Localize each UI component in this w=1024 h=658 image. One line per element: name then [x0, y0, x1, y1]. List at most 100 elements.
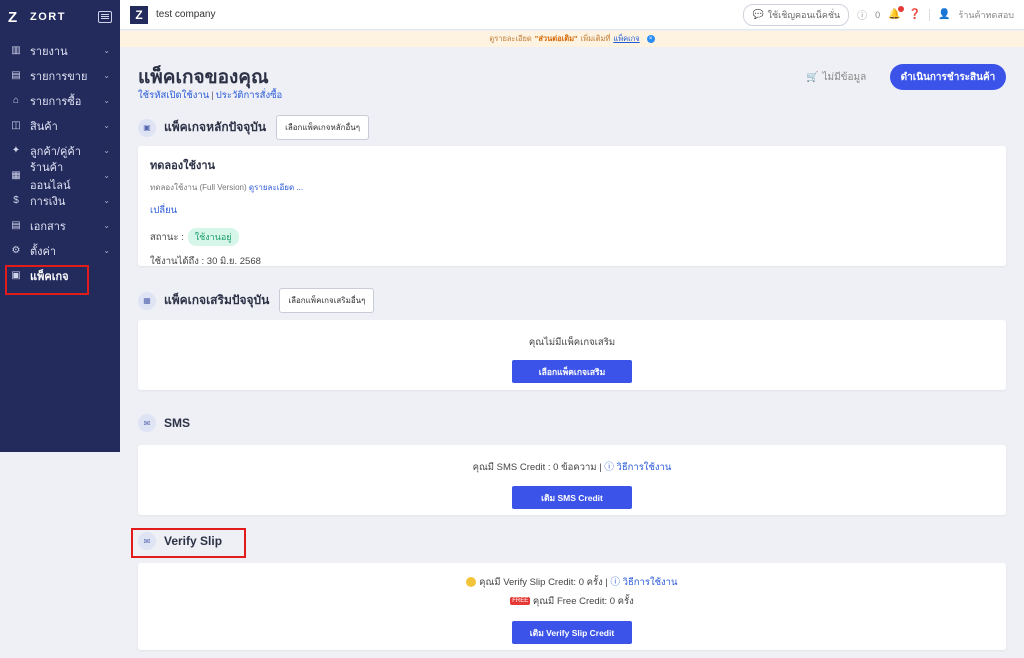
cart-status-text: ไม่มีข้อมูล [822, 72, 867, 83]
sidebar-item-sales[interactable]: ▤ รายการขาย ⌄ [0, 63, 120, 88]
verify-slip-card: คุณมี Verify Slip Credit: 0 ครั้ง | ⓘ วิ… [138, 563, 1006, 650]
question-icon: ⓘ [610, 577, 620, 588]
receipt-icon: ▤ [11, 70, 21, 81]
package-desc-text: ทดลองใช้งาน (Full Version) [150, 183, 247, 192]
bell-icon[interactable]: 🔔 [888, 6, 904, 20]
verify-howto-link[interactable]: วิธีการใช้งาน [623, 577, 678, 588]
cart-icon: 🛒 [806, 72, 819, 83]
briefcase-icon: ▣ [138, 118, 156, 137]
current-package-header: ▣ แพ็คเกจหลักปัจจุบัน เลือกแพ็คเกจหลักอื… [138, 115, 370, 140]
highlight-box-verify-slip [131, 528, 246, 558]
sidebar-item-label: รายการซื้อ [30, 95, 82, 108]
help-icon[interactable]: ❓ [909, 9, 921, 20]
checkout-button[interactable]: ดำเนินการชำระสินค้า [890, 64, 1006, 90]
gear-icon: ⚙ [11, 245, 21, 256]
gift-icon: ▦ [138, 291, 156, 310]
sidebar-item-products[interactable]: ◫ สินค้า ⌄ [0, 113, 120, 138]
box-icon: ◫ [11, 120, 21, 131]
chevron-down-icon: ⌄ [103, 246, 110, 255]
announcement-bar: ดูรายละเอียด "ส่วนต่อเติม" เพิ่มเติมที่ … [120, 31, 1024, 47]
status-row: สถานะ : ใช้งานอยู่ [150, 228, 994, 246]
sidebar-item-settings[interactable]: ⚙ ตั้งค่า ⌄ [0, 238, 120, 263]
close-icon[interactable]: × [646, 35, 655, 43]
sms-credit-text: คุณมี SMS Credit : 0 ข้อความ | [472, 462, 602, 473]
addon-empty-text: คุณไม่มีแพ็คเกจเสริม [528, 337, 616, 348]
addon-package-card: คุณไม่มีแพ็คเกจเสริม เลือกแพ็คเกจเสริม [138, 320, 1006, 390]
announce-link[interactable]: แพ็คเกจ [613, 33, 639, 45]
invite-button[interactable]: 💬 ใช้เชิญคอนเน็คชั่น [743, 3, 850, 26]
sidebar-item-purchases[interactable]: ⌂ รายการซื้อ ⌄ [0, 88, 120, 113]
sidebar-item-label: สินค้า [30, 120, 58, 133]
sidebar-item-finance[interactable]: $ การเงิน ⌄ [0, 188, 120, 213]
expire-date: ใช้งานได้ถึง : 30 มิ.ย. 2568 [150, 256, 261, 267]
chevron-down-icon: ⌄ [103, 46, 110, 55]
topup-sms-button[interactable]: เติม SMS Credit [512, 486, 632, 509]
invite-label: ใช้เชิญคอนเน็คชั่น [767, 9, 841, 20]
document-icon: ▤ [11, 220, 21, 231]
sms-howto-link[interactable]: วิธีการใช้งาน [616, 462, 671, 473]
sidebar-item-documents[interactable]: ▤ เอกสาร ⌄ [0, 213, 120, 238]
topbar-actions: 💬 ใช้เชิญคอนเน็คชั่น ⓘ 0 🔔 ❓ 👤 ร้านค้าทด… [743, 3, 1014, 26]
notification-dot [897, 6, 904, 12]
chart-icon: ▥ [11, 45, 21, 56]
money-icon: $ [13, 195, 19, 206]
brand-name: ZORT [30, 11, 66, 23]
verify-credit-row: คุณมี Verify Slip Credit: 0 ครั้ง | ⓘ วิ… [138, 574, 1006, 590]
package-name: ทดลองใช้งาน [150, 160, 216, 172]
brand: Z ZORT [0, 0, 120, 34]
change-package-link[interactable]: เปลี่ยน [150, 203, 994, 218]
chevron-down-icon: ⌄ [103, 196, 110, 205]
sms-credit-row: คุณมี SMS Credit : 0 ข้อความ | ⓘ วิธีการ… [138, 459, 1006, 475]
question-icon: ⓘ [604, 462, 614, 473]
sidebar-item-online-store[interactable]: ▦ ร้านค้าออนไลน์ ⌄ [0, 162, 120, 192]
sms-header: ✉ SMS [138, 414, 190, 432]
order-history-link[interactable]: ประวัติการสั่งซื้อ [216, 90, 283, 101]
shop-icon: ⌂ [12, 95, 20, 106]
sidebar-item-label: ร้านค้าออนไลน์ [30, 161, 71, 192]
info-count: 0 [875, 9, 881, 20]
current-package-card: ทดลองใช้งาน ทดลองใช้งาน (Full Version) ด… [138, 146, 1006, 267]
chevron-down-icon: ⌄ [103, 71, 110, 80]
chevron-down-icon: ⌄ [103, 221, 110, 230]
company-logo-icon: Z [130, 5, 148, 24]
cart-status[interactable]: 🛒 ไม่มีข้อมูล [806, 70, 866, 85]
zort-logo-icon: Z [8, 8, 18, 26]
section-title: แพ็คเกจเสริมปัจจุบัน [164, 293, 270, 307]
select-addon-button[interactable]: เลือกแพ็คเกจเสริม [512, 360, 632, 383]
user-icon: 👤 [938, 9, 951, 20]
sidebar-item-label: การเงิน [30, 195, 66, 208]
topup-verify-slip-button[interactable]: เติม Verify Slip Credit [512, 621, 632, 644]
announce-middle: เพิ่มเติมที่ [580, 34, 611, 43]
chevron-down-icon: ⌄ [103, 121, 110, 130]
sidebar: Z ZORT ▥ รายงาน ⌄ ▤ รายการขาย ⌄ ⌂ รายการ… [0, 0, 120, 452]
company-name[interactable]: test company [156, 9, 743, 20]
divider [929, 8, 931, 21]
chat-icon: 💬 [752, 9, 764, 19]
coin-icon [466, 577, 477, 588]
sidebar-item-label: รายการขาย [30, 70, 88, 83]
info-icon[interactable]: ⓘ [857, 7, 867, 22]
store-icon: ▦ [11, 170, 21, 181]
sidebar-item-report[interactable]: ▥ รายงาน ⌄ [0, 38, 120, 63]
announce-highlight: "ส่วนต่อเติม" [534, 34, 578, 43]
handshake-icon: ✦ [11, 145, 21, 156]
status-badge: ใช้งานอยู่ [187, 228, 239, 246]
addon-package-header: ▦ แพ็คเกจเสริมปัจจุบัน เลือกแพ็คเกจเสริม… [138, 288, 375, 313]
announce-prefix: ดูรายละเอียด [489, 34, 532, 43]
free-tag: FREE [510, 597, 531, 606]
store-name[interactable]: ร้านค้าทดสอบ [958, 8, 1014, 22]
chevron-down-icon: ⌄ [103, 96, 110, 105]
chevron-down-icon: ⌄ [103, 171, 110, 180]
activation-code-link[interactable]: ใช้รหัสเปิดใช้งาน [138, 90, 209, 101]
free-credit-text: คุณมี Free Credit: 0 ครั้ง [532, 596, 634, 607]
message-icon: ✉ [138, 414, 156, 432]
section-title: แพ็คเกจหลักปัจจุบัน [164, 120, 267, 134]
choose-main-package-button[interactable]: เลือกแพ็คเกจหลักอื่นๆ [276, 115, 370, 140]
view-details-link[interactable]: ดูรายละเอียด ... [249, 183, 303, 192]
package-description: ทดลองใช้งาน (Full Version) ดูรายละเอียด … [150, 181, 994, 194]
sidebar-item-label: เอกสาร [30, 220, 66, 233]
choose-addon-package-button[interactable]: เลือกแพ็คเกจเสริมอื่นๆ [279, 288, 375, 313]
collapse-menu-icon[interactable] [98, 11, 112, 23]
sidebar-item-label: ตั้งค่า [30, 245, 57, 258]
sms-card: คุณมี SMS Credit : 0 ข้อความ | ⓘ วิธีการ… [138, 445, 1006, 515]
